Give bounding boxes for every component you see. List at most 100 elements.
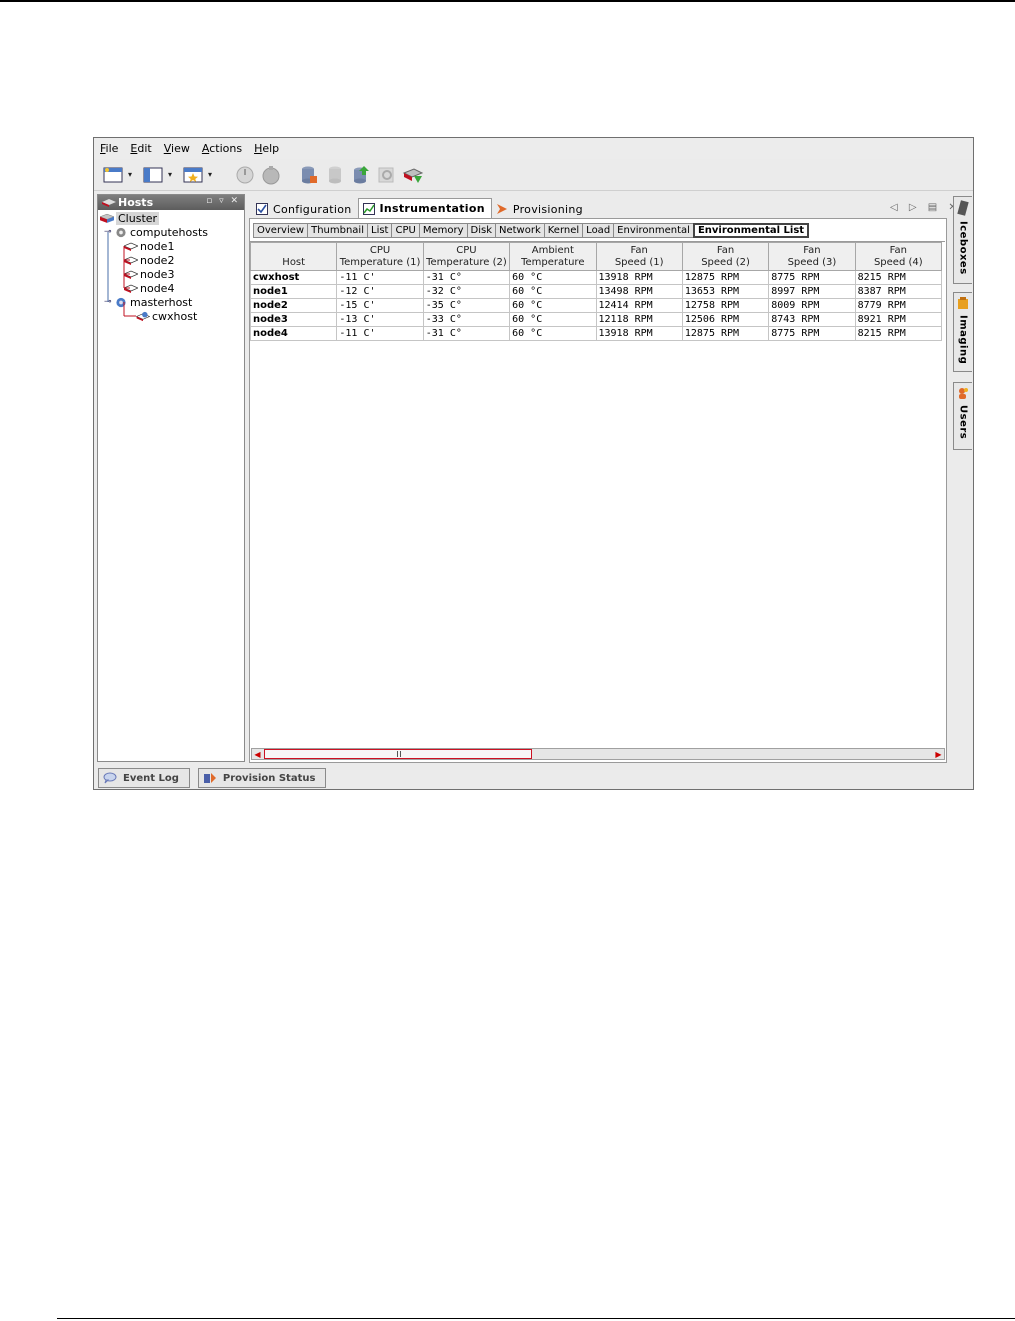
power-off-icon[interactable] bbox=[260, 164, 282, 186]
tab-provisioning[interactable]: Provisioning bbox=[492, 200, 589, 218]
favorites-dropdown-icon[interactable]: ▾ bbox=[208, 170, 216, 179]
tab-navigation-controls[interactable]: ◁ ▷ ▤ ✕ bbox=[890, 202, 961, 213]
table-cell: 8743 RPM bbox=[768, 312, 856, 327]
new-window-dropdown-icon[interactable]: ▾ bbox=[128, 170, 136, 179]
table-cell: 13653 RPM bbox=[681, 284, 770, 299]
scroll-right-icon[interactable]: ▶ bbox=[933, 749, 944, 759]
subtab-environmental-list[interactable]: Environmental List bbox=[692, 223, 810, 238]
table-row[interactable]: node4 -11 C' -31 C° 60 °C 13918 RPM 1287… bbox=[250, 326, 943, 341]
page-top-rule bbox=[0, 0, 1015, 2]
column-header-cpu-temp-2[interactable]: CPU Temperature (2) bbox=[422, 242, 511, 271]
table-cell: 60 °C bbox=[509, 326, 597, 341]
table-cell: -31 C° bbox=[422, 270, 511, 285]
database-icon[interactable] bbox=[324, 164, 346, 186]
tab-provision-status-label: Provision Status bbox=[222, 772, 316, 784]
column-header-line1: CPU bbox=[456, 244, 477, 256]
users-icon bbox=[959, 388, 968, 399]
panel-window-controls[interactable]: ▫ ▿ ✕ bbox=[206, 196, 240, 206]
table-cell: 60 °C bbox=[509, 312, 597, 327]
scroll-left-icon[interactable]: ◀ bbox=[252, 749, 263, 759]
event-log-icon bbox=[103, 772, 117, 784]
table-cell: 12506 RPM bbox=[681, 312, 770, 327]
side-tab-imaging[interactable]: Imaging bbox=[953, 292, 972, 372]
menu-file[interactable]: File bbox=[100, 142, 118, 155]
table-cell: 60 °C bbox=[509, 284, 597, 299]
side-tab-imaging-label: Imaging bbox=[957, 315, 969, 365]
master-node-icon bbox=[136, 311, 150, 321]
imaging-icon bbox=[958, 297, 968, 309]
tab-event-log[interactable]: Event Log bbox=[98, 768, 190, 788]
column-header-fan-speed-4[interactable]: Fan Speed (4) bbox=[854, 242, 943, 271]
provision-icon[interactable] bbox=[402, 164, 424, 186]
provision-status-icon bbox=[203, 773, 216, 783]
side-tab-iceboxes-label: Iceboxes bbox=[957, 221, 969, 275]
subtab-memory[interactable]: Memory bbox=[418, 223, 467, 238]
menu-help[interactable]: Help bbox=[254, 142, 279, 155]
layout-dropdown-icon[interactable]: ▾ bbox=[168, 170, 176, 179]
table-row[interactable]: cwxhost -11 C' -31 C° 60 °C 13918 RPM 12… bbox=[250, 270, 943, 285]
side-tab-iceboxes[interactable]: Iceboxes bbox=[953, 196, 972, 284]
table-row[interactable]: node1 -12 C' -32 C° 60 °C 13498 RPM 1365… bbox=[250, 284, 943, 299]
table-cell: -15 C' bbox=[336, 298, 424, 313]
table-cell: -11 C' bbox=[336, 326, 424, 341]
column-header-ambient-temp[interactable]: Ambient Temperature bbox=[509, 242, 597, 271]
menu-bar: File Edit View Actions Help bbox=[94, 138, 973, 159]
favorites-icon[interactable] bbox=[182, 164, 204, 186]
search-icon[interactable] bbox=[376, 164, 398, 186]
subtab-kernel[interactable]: Kernel bbox=[543, 223, 583, 238]
tree-label-computehosts: computehosts bbox=[130, 225, 209, 239]
new-window-icon[interactable] bbox=[102, 164, 124, 186]
power-on-icon[interactable] bbox=[234, 164, 256, 186]
menu-actions[interactable]: Actions bbox=[202, 142, 242, 155]
subtab-environmental[interactable]: Environmental bbox=[613, 223, 693, 238]
table-cell-host: node1 bbox=[250, 284, 338, 299]
tab-instrumentation[interactable]: Instrumentation bbox=[357, 198, 492, 218]
subtab-network[interactable]: Network bbox=[494, 223, 544, 238]
column-header-fan-speed-1[interactable]: Fan Speed (1) bbox=[595, 242, 683, 271]
table-cell: 13918 RPM bbox=[595, 270, 683, 285]
subtab-disk[interactable]: Disk bbox=[466, 223, 495, 238]
menu-edit[interactable]: Edit bbox=[130, 142, 151, 155]
subtab-list[interactable]: List bbox=[367, 223, 392, 238]
column-header-line1: CPU bbox=[369, 244, 391, 256]
column-header-line2: Temperature (2) bbox=[426, 256, 507, 268]
table-cell: -35 C° bbox=[422, 298, 511, 313]
tab-configuration[interactable]: Configuration bbox=[252, 200, 358, 218]
horizontal-scrollbar[interactable]: ◀ ▶ bbox=[251, 748, 945, 760]
chart-icon bbox=[362, 202, 375, 215]
tab-provision-status[interactable]: Provision Status bbox=[197, 768, 327, 788]
column-header-line1: Fan bbox=[716, 244, 735, 256]
column-header-host[interactable]: Host bbox=[250, 242, 338, 271]
environmental-table-viewport: Host CPU Temperature (1) CPU Temperature (… bbox=[250, 241, 945, 748]
table-cell: 13918 RPM bbox=[595, 326, 683, 341]
scrollbar-thumb[interactable] bbox=[264, 749, 532, 759]
column-header-fan-speed-2[interactable]: Fan Speed (2) bbox=[681, 242, 770, 271]
column-header-line2: Temperature (1) bbox=[339, 256, 421, 268]
subtab-overview[interactable]: Overview bbox=[253, 223, 308, 238]
column-header-cpu-temp-1[interactable]: CPU Temperature (1) bbox=[336, 242, 424, 271]
column-header-fan-speed-3[interactable]: Fan Speed (3) bbox=[768, 242, 856, 271]
environmental-table: Host CPU Temperature (1) CPU Temperature (… bbox=[250, 242, 943, 341]
table-cell: 12875 RPM bbox=[681, 270, 770, 285]
subtab-cpu[interactable]: CPU bbox=[391, 223, 419, 238]
database-edit-icon[interactable] bbox=[298, 164, 320, 186]
subtab-thumbnail[interactable]: Thumbnail bbox=[307, 223, 367, 238]
table-cell: 13498 RPM bbox=[595, 284, 683, 299]
column-header-line2: Temperature bbox=[521, 256, 585, 268]
side-tab-users[interactable]: Users bbox=[953, 382, 972, 450]
table-row[interactable]: node3 -13 C' -33 C° 60 °C 12118 RPM 1250… bbox=[250, 312, 943, 327]
subtab-load[interactable]: Load bbox=[582, 223, 614, 238]
table-cell-host: node4 bbox=[250, 326, 338, 341]
table-cell-host: node3 bbox=[250, 312, 338, 327]
layout-icon[interactable] bbox=[142, 164, 164, 186]
column-header-line2: Speed (4) bbox=[873, 256, 923, 268]
column-header-line1: Fan bbox=[889, 244, 907, 256]
hosts-panel-title: Hosts bbox=[118, 196, 154, 209]
table-row[interactable]: node2 -15 C' -35 C° 60 °C 12414 RPM 1275… bbox=[250, 298, 943, 313]
table-cell: 12118 RPM bbox=[595, 312, 683, 327]
table-cell: 8775 RPM bbox=[768, 270, 856, 285]
main-tabs: Configuration Instrumentation Provisioni… bbox=[252, 198, 589, 218]
menu-view[interactable]: View bbox=[164, 142, 190, 155]
database-upload-icon[interactable] bbox=[350, 164, 372, 186]
column-header-line1: Fan bbox=[803, 244, 821, 256]
